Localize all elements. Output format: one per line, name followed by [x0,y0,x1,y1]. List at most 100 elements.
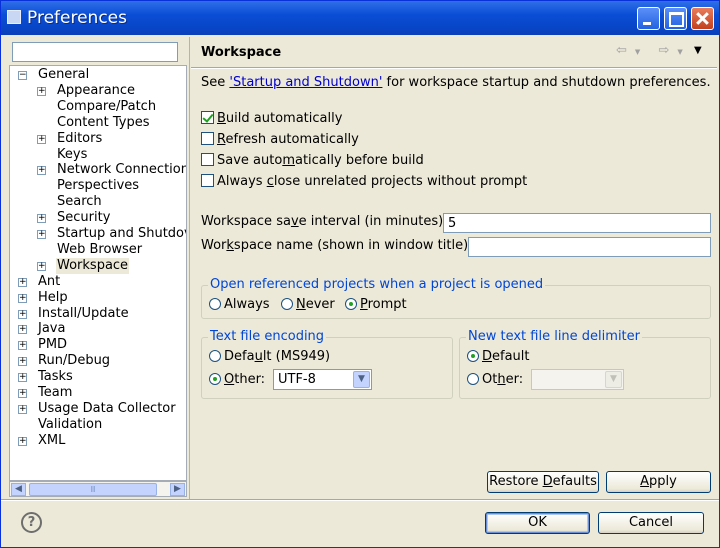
encoding-select[interactable]: UTF-8 ▼ [273,369,372,390]
radio-never[interactable]: Never [281,297,335,313]
expand-icon[interactable]: + [18,404,27,414]
radio-dot[interactable] [209,298,221,310]
radio-dot[interactable] [467,373,479,385]
delimiter-default-radio[interactable]: Default [467,349,530,365]
save-interval-input[interactable] [443,213,711,233]
scroll-thumb[interactable]: Ⅲ [29,483,157,496]
expand-icon[interactable]: + [37,230,46,239]
scroll-left-arrow-icon[interactable]: ◀ [11,483,26,496]
expand-icon[interactable]: + [37,166,46,176]
checkbox-box[interactable] [201,111,214,124]
cb-label-rest: lose unrelated projects without prompt [273,174,528,189]
panel-divider[interactable] [189,37,190,499]
cb-label-mnemonic: c [266,174,274,189]
minimize-button[interactable] [637,7,660,30]
encoding-default-radio[interactable]: Default (MS949) [209,349,330,365]
radio-mnemonic: O [224,372,235,387]
refresh-automatically-checkbox[interactable]: Refresh automatically [201,132,359,148]
checkbox-box[interactable] [201,153,214,166]
radio-mnemonic: N [296,297,306,312]
scroll-right-arrow-icon[interactable]: ▶ [170,483,185,496]
group-title: New text file line delimiter [466,329,642,344]
btn-mnemonic: A [640,474,650,489]
label-mnemonic: k [226,238,234,253]
expand-icon[interactable]: + [37,86,46,96]
view-menu-icon[interactable]: ▼ [694,45,702,56]
preference-page: Workspace ⇦ ▼ ⇨ ▼ ▼ See 'Startup and Shutd… [191,37,717,499]
ok-button[interactable]: OK [485,512,590,534]
group-title: Open referenced projects when a project … [208,277,546,292]
tree-item-label: Keys [57,146,88,162]
btn-label-pre: Restore [489,474,543,489]
tree-item-label: Validation [38,416,103,432]
radio-dot[interactable] [209,350,221,362]
radio-label: ever [305,297,335,312]
apply-button[interactable]: Apply [606,471,711,493]
back-arrow-icon[interactable]: ⇦ [616,43,627,58]
close-button[interactable] [691,7,714,30]
tree-item-label: Workspace [56,257,130,274]
tree-item-label: Compare/Patch [57,98,157,114]
radio-always[interactable]: Always [209,297,270,313]
maximize-icon [665,8,686,29]
expand-icon[interactable]: + [18,277,27,287]
expand-icon[interactable]: + [18,357,27,367]
group-title: Text file encoding [208,329,327,344]
radio-dot[interactable] [281,298,293,310]
title-bar[interactable]: Preferences [1,1,719,35]
forward-arrow-icon[interactable]: ⇨ [658,43,669,58]
radio-label-rest: efault [492,349,530,364]
cb-label-rest: efresh automatically [225,132,359,147]
delimiter-other-radio[interactable]: Other: [467,372,523,388]
filter-input[interactable] [12,42,178,62]
delimiter-select[interactable]: ▼ [531,369,624,390]
startup-shutdown-link[interactable]: 'Startup and Shutdown' [229,75,382,90]
checkbox-box[interactable] [201,174,214,187]
expand-icon[interactable]: + [37,261,46,271]
collapse-icon[interactable]: − [18,71,27,80]
radio-dot[interactable] [467,350,479,362]
restore-defaults-button[interactable]: Restore Defaults [487,471,599,493]
tree-item-label: General [38,67,90,82]
expand-icon[interactable]: + [18,341,27,351]
encoding-other-radio[interactable]: Other: [209,372,265,388]
tree-item-label: Search [57,194,102,210]
cb-label-pre: Always [217,174,267,189]
maximize-button[interactable] [664,7,687,30]
cancel-button[interactable]: Cancel [598,512,704,534]
save-before-build-checkbox[interactable]: Save automatically before build [201,153,424,169]
tree-item-label: Team [38,385,73,400]
help-icon[interactable]: ? [21,512,42,533]
radio-mnemonic: D [482,349,493,364]
workspace-name-input[interactable] [468,237,711,257]
chevron-down-icon[interactable]: ▼ [353,371,370,388]
tree-horizontal-scrollbar[interactable]: ◀ Ⅲ ▶ [9,481,187,497]
expand-icon[interactable]: + [37,214,46,224]
build-automatically-checkbox[interactable]: Build automatically [201,111,342,127]
radio-prompt[interactable]: Prompt [345,297,407,313]
window-title: Preferences [27,8,127,28]
expand-icon[interactable]: + [18,325,27,335]
expand-icon[interactable]: + [18,293,27,303]
save-interval-label: Workspace save interval (in minutes): [201,214,448,229]
minimize-icon [638,8,659,29]
radio-dot[interactable] [345,298,357,310]
radio-label-rest: lt (MS949) [262,349,331,364]
history-navigation: ⇦ ▼ ⇨ ▼ [616,43,683,58]
expand-icon[interactable]: + [18,436,27,446]
radio-dot[interactable] [209,373,221,385]
expand-icon[interactable]: + [18,309,27,319]
tree-item-label: Run/Debug [38,353,111,369]
preference-tree[interactable]: − General + Appearance Compare/Patch Content … [9,65,187,481]
checkbox-box[interactable] [201,132,214,145]
tree-item-label: Ant [38,273,61,289]
close-unrelated-projects-checkbox[interactable]: Always close unrelated projects without … [201,174,527,190]
tree-item-label: Usage Data Collector [38,400,176,416]
expand-icon[interactable]: + [37,134,46,144]
encoding-select-value: UTF-8 [278,372,316,387]
expand-icon[interactable]: + [18,373,27,383]
expand-icon[interactable]: + [18,389,27,398]
desc-suffix: for workspace startup and shutdown prefe… [382,75,711,90]
text-file-encoding-group: Text file encoding Default (MS949) Other… [201,329,453,399]
label-pre: Workspace sa [201,214,291,229]
